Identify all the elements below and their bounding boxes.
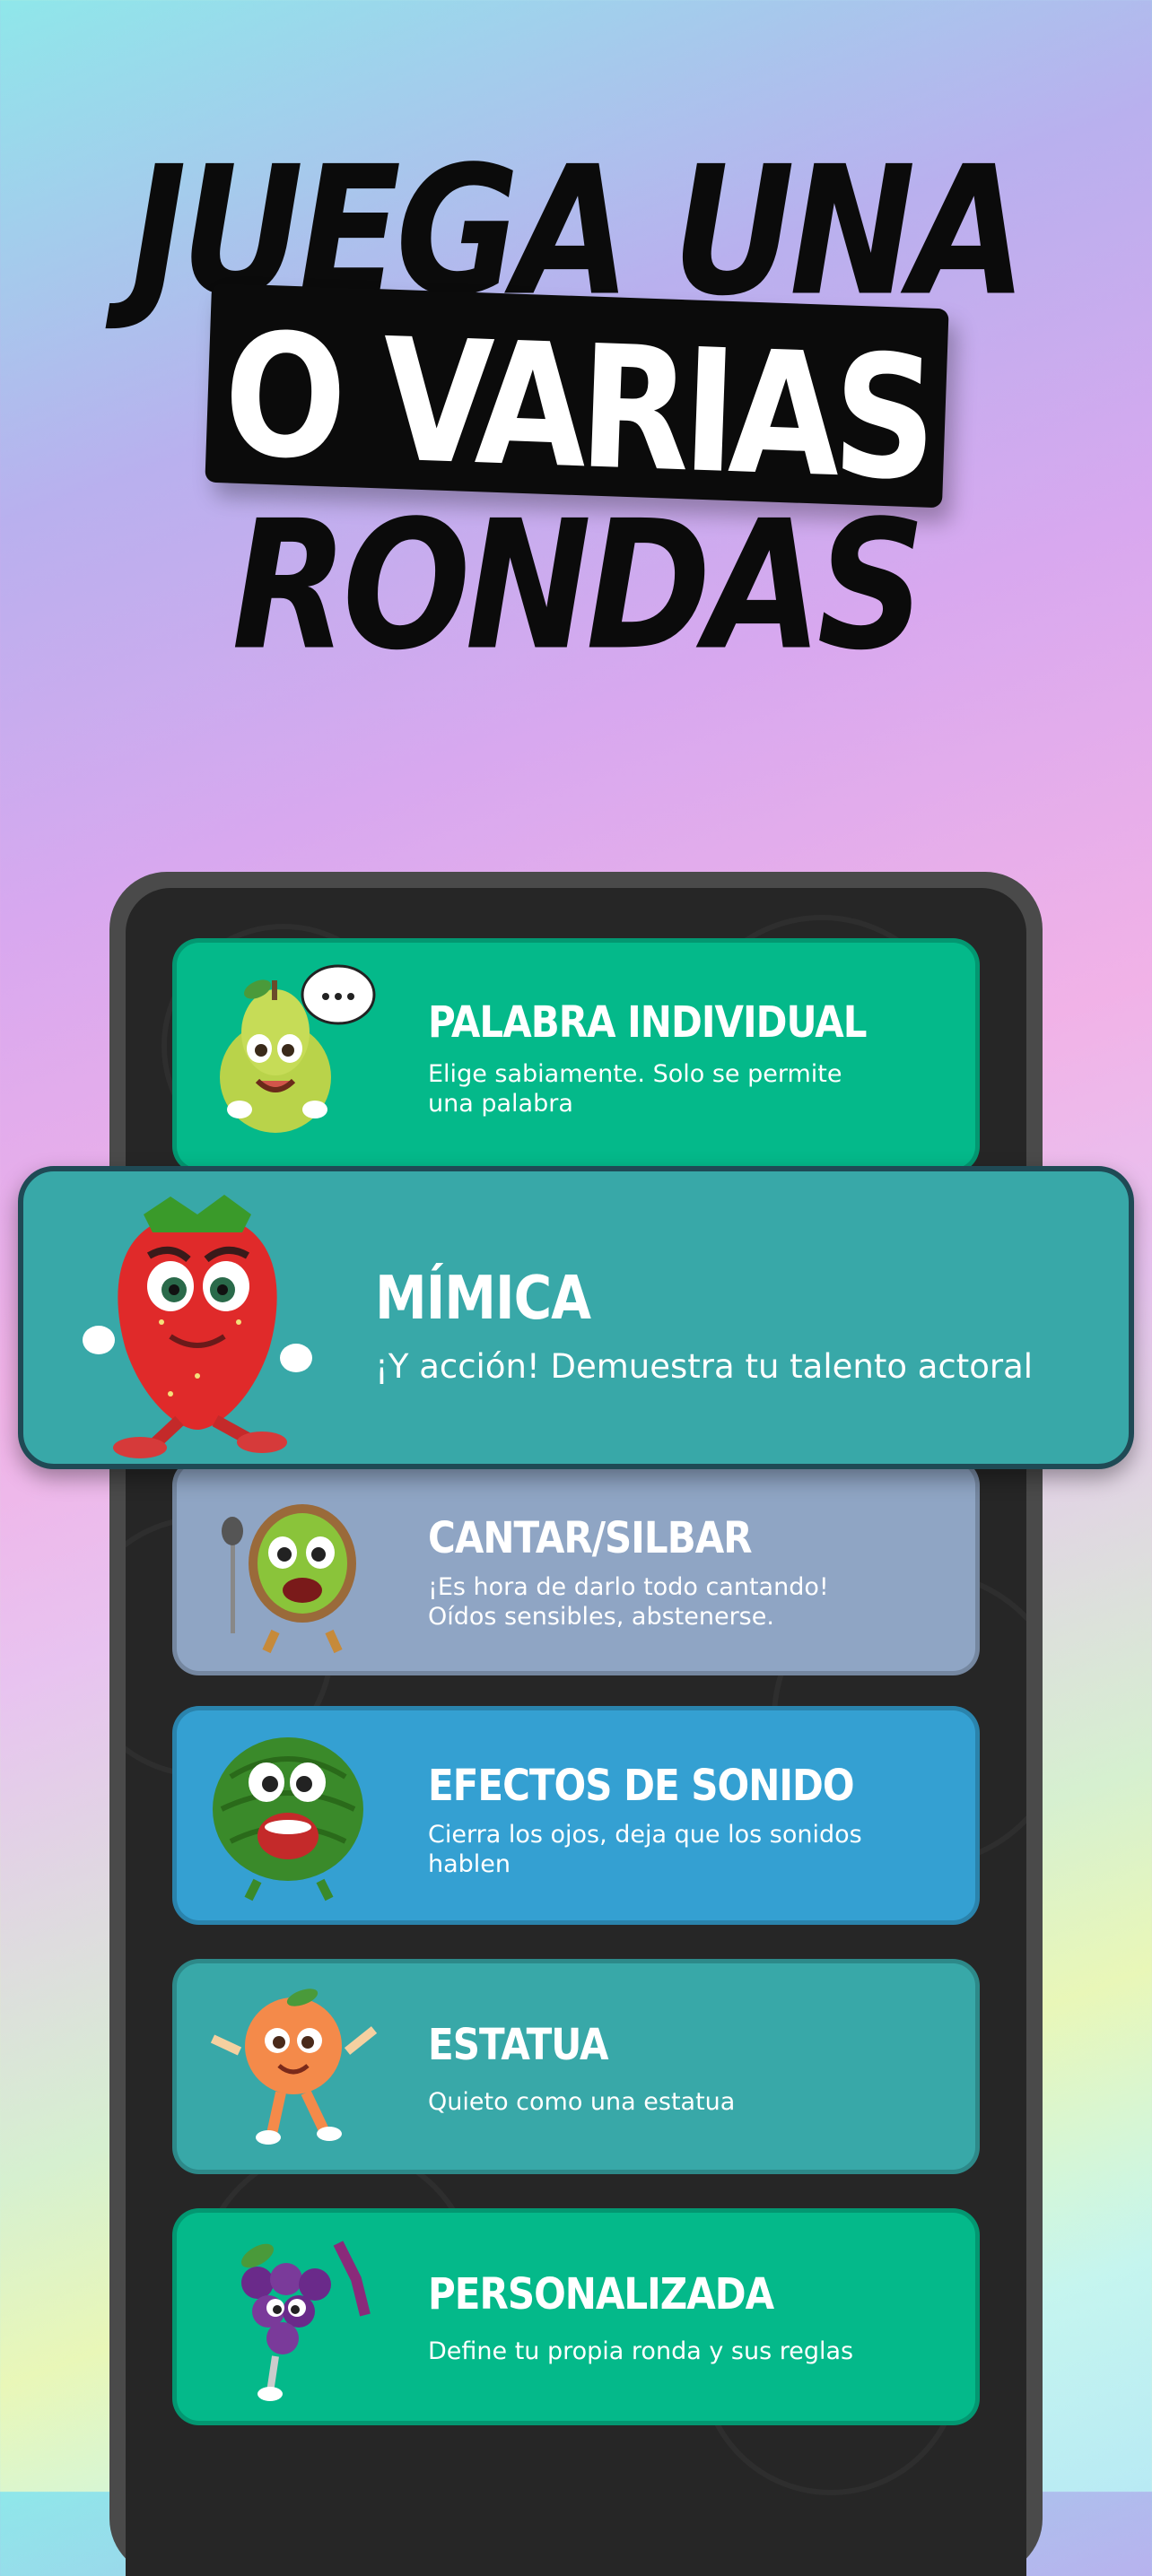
- round-description: Quieto como una estatua: [428, 2088, 736, 2116]
- watermelon-icon: [213, 1737, 363, 1902]
- round-description: Elige sabiamente. Solo se permite una pa…: [428, 1060, 842, 1118]
- grapes-icon: [240, 2241, 371, 2401]
- round-title: ESTATUA: [428, 2019, 609, 2070]
- round-title: MÍMICA: [375, 1263, 591, 1334]
- round-card-estatua[interactable]: ESTATUA Quieto como una estatua: [172, 1959, 980, 2174]
- strawberry-icon: [83, 1195, 312, 1458]
- round-title: PERSONALIZADA: [428, 2268, 774, 2319]
- pear-icon: [220, 964, 376, 1133]
- round-card-mimica[interactable]: MÍMICA ¡Y acción! Demuestra tu talento a…: [18, 1166, 1134, 1469]
- peach-icon: [210, 1989, 378, 2145]
- round-description: ¡Es hora de darlo todo cantando! Oídos s…: [428, 1573, 829, 1631]
- round-title: PALABRA INDIVIDUAL: [428, 996, 868, 1048]
- headline: JUEGA UNA O VARIAS RONDAS: [0, 0, 1152, 689]
- round-card-palabra-individual[interactable]: PALABRA INDIVIDUAL Elige sabiamente. Sol…: [172, 938, 980, 1173]
- headline-line-3: RONDAS: [231, 482, 925, 690]
- round-card-cantar-silbar[interactable]: CANTAR/SILBAR ¡Es hora de darlo todo can…: [172, 1458, 980, 1675]
- round-title: CANTAR/SILBAR: [428, 1512, 753, 1563]
- round-description: Cierra los ojos, deja que los sonidos ha…: [428, 1821, 862, 1878]
- round-description: ¡Y acción! Demuestra tu talento actoral: [375, 1347, 1034, 1386]
- round-title: EFECTOS DE SONIDO: [428, 1760, 855, 1811]
- round-description: Define tu propia ronda y sus reglas: [428, 2337, 854, 2365]
- kiwi-icon: [222, 1504, 356, 1654]
- round-card-efectos-de-sonido[interactable]: EFECTOS DE SONIDO Cierra los ojos, deja …: [172, 1706, 980, 1925]
- round-card-personalizada[interactable]: PERSONALIZADA Define tu propia ronda y s…: [172, 2208, 980, 2425]
